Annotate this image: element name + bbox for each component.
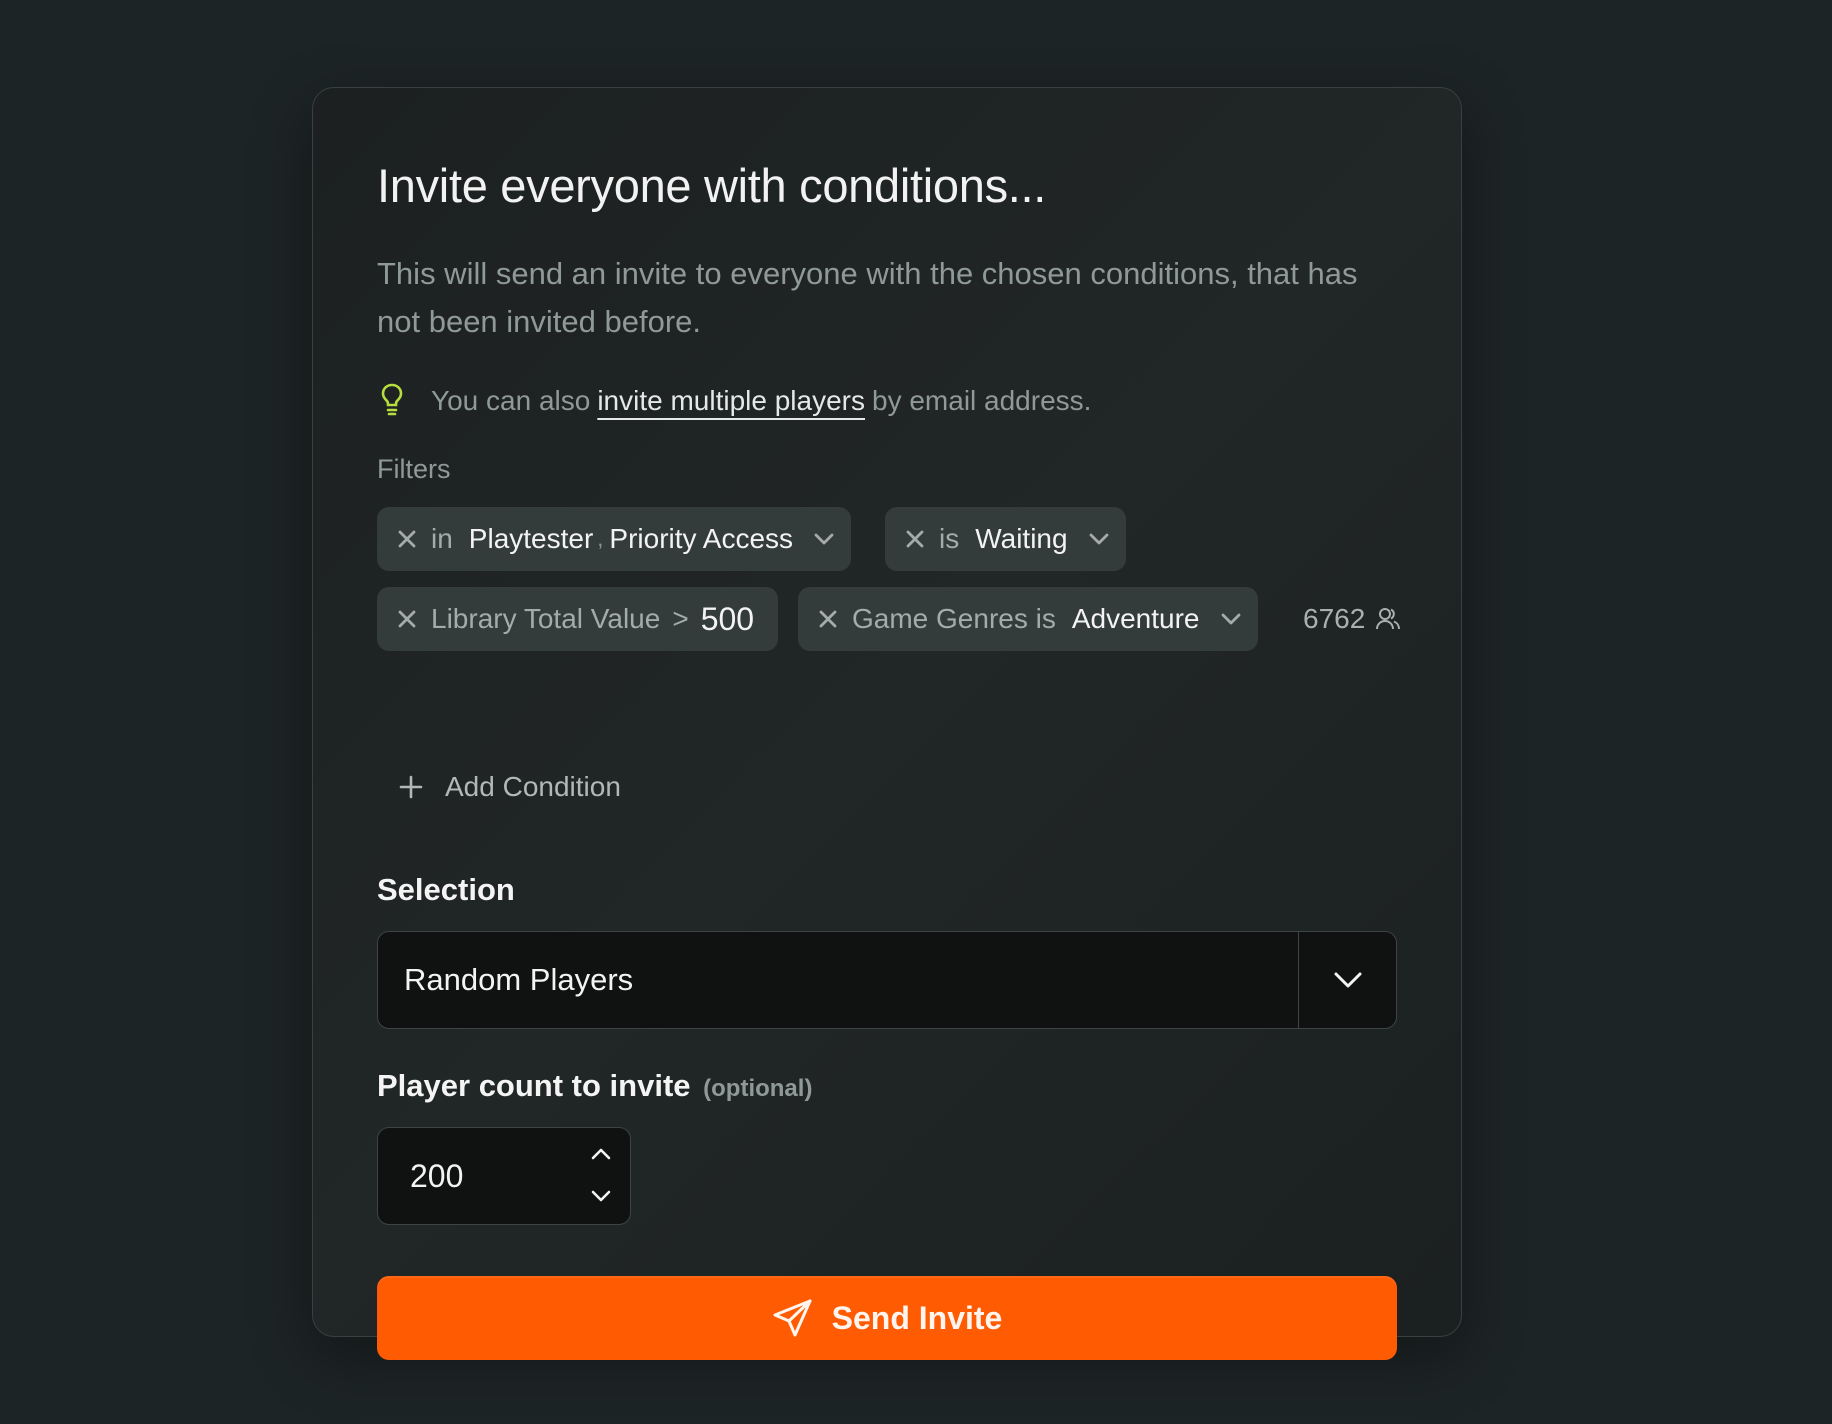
filter-chip-group[interactable]: in Playtester , Priority Access (377, 507, 852, 571)
invite-dialog: Invite everyone with conditions... This … (312, 87, 1462, 1360)
filter-operator: in (431, 523, 453, 554)
filters-label: Filters (377, 454, 451, 484)
filter-field: Library Total Value (431, 603, 661, 634)
filter-chip-library-value[interactable]: Library Total Value > 500 (377, 587, 779, 651)
filter-operator: > (672, 603, 689, 634)
filter-operator: is (939, 523, 960, 554)
filter-field: Game Genres is (852, 603, 1056, 634)
selection-label: Selection (377, 872, 515, 907)
chevron-down-icon (814, 533, 834, 545)
selection-value: Random Players (404, 962, 634, 997)
close-icon[interactable] (818, 609, 838, 629)
filter-value-separator: , (597, 526, 604, 551)
tip-prefix: You can also (431, 385, 591, 416)
send-invite-label: Send Invite (831, 1299, 1003, 1336)
chevron-down-icon (1334, 972, 1361, 988)
close-icon[interactable] (397, 609, 417, 629)
matching-player-count: 6762 (1303, 587, 1401, 651)
dialog-title: Invite everyone with conditions... (377, 159, 1047, 212)
filter-value: Priority Access (609, 523, 794, 554)
tip-suffix: by email address. (872, 385, 1092, 416)
player-count-value[interactable]: 200 (410, 1128, 463, 1224)
invite-multiple-players-link[interactable]: invite multiple players (597, 385, 865, 417)
lightbulb-icon (377, 381, 407, 421)
close-icon[interactable] (397, 529, 417, 549)
player-count-label-text: Player count to invite (377, 1068, 691, 1103)
chevron-down-icon[interactable] (590, 1188, 612, 1204)
add-condition-label: Add Condition (445, 771, 621, 802)
filter-value: Adventure (1071, 603, 1200, 634)
plus-icon (399, 775, 423, 799)
dialog-description: This will send an invite to everyone wit… (377, 256, 1358, 339)
tip-row: You can also invite multiple players by … (377, 378, 1091, 424)
paper-plane-icon (773, 1299, 812, 1337)
chevron-down-icon (1089, 533, 1108, 545)
close-icon[interactable] (905, 529, 925, 549)
chevron-down-icon (1221, 613, 1240, 625)
users-icon (1376, 608, 1401, 630)
filter-value: Playtester (468, 523, 594, 554)
filter-value: Waiting (975, 523, 1068, 554)
player-count-input[interactable]: 200 (377, 1127, 631, 1225)
chevron-up-icon[interactable] (590, 1146, 612, 1162)
send-invite-button[interactable]: Send Invite (377, 1276, 1397, 1360)
filter-chip-genre[interactable]: Game Genres is Adventure (798, 587, 1258, 651)
player-count-label: Player count to invite (optional) (377, 1068, 812, 1104)
optional-hint: (optional) (703, 1075, 813, 1102)
selection-dropdown[interactable]: Random Players (377, 931, 1397, 1029)
player-count-value: 6762 (1303, 603, 1366, 634)
selection-dropdown-toggle[interactable] (1298, 932, 1396, 1028)
filter-value: 500 (700, 600, 755, 637)
add-condition-button[interactable]: Add Condition (399, 767, 621, 807)
filter-chip-status[interactable]: is Waiting (885, 507, 1126, 571)
